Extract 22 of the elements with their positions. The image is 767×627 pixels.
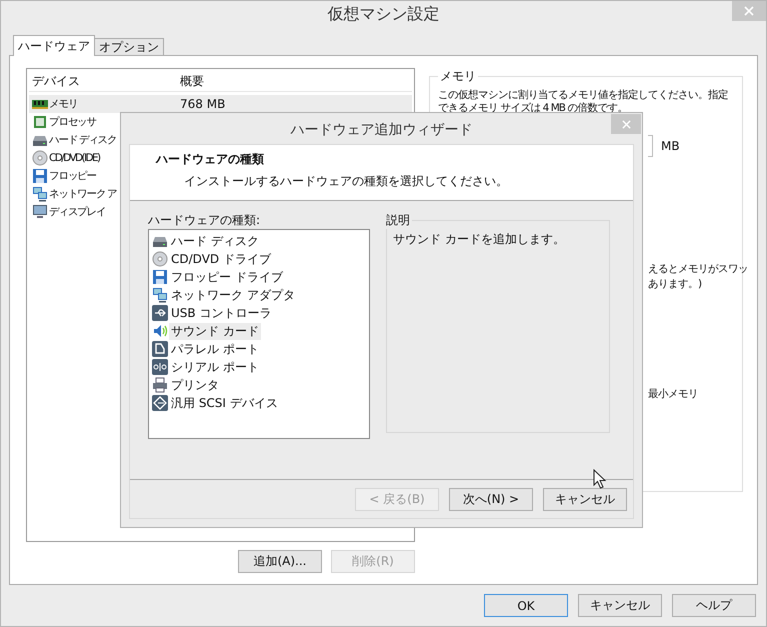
description-text: サウンド カードを追加します。 <box>393 232 565 246</box>
device-name: フロッピー <box>49 169 96 183</box>
device-name: ネットワーク ア <box>49 187 117 201</box>
device-name: CD/DVD(IDE) <box>49 152 100 164</box>
device-name: ディスプレイ <box>49 205 106 219</box>
group-title: メモリ <box>439 68 477 85</box>
wizard-title: ハードウェア追加ウィザード <box>290 121 472 139</box>
device-name: プロセッサ <box>49 115 96 129</box>
column-header: デバイス <box>31 72 81 90</box>
unit-label: MB <box>661 139 680 153</box>
wizard-heading: ハードウェアの種類 <box>156 151 265 168</box>
device-name: ハード ディスク <box>49 133 117 147</box>
memory-note: 最小メモリ <box>648 387 698 401</box>
group-title: 説明 <box>386 212 411 229</box>
memory-note: あります。) <box>648 277 702 291</box>
device-name: メモリ <box>49 97 78 111</box>
memory-note: えるとメモリがスワッ <box>648 262 748 276</box>
list-label: ハードウェアの種類: <box>148 212 262 229</box>
device-summary: 768 MB <box>179 97 226 111</box>
wizard-subheading: インストールするハードウェアの種類を選択してください。 <box>183 173 509 190</box>
column-header: 概要 <box>179 72 204 90</box>
window-title: 仮想マシン設定 <box>328 3 440 25</box>
